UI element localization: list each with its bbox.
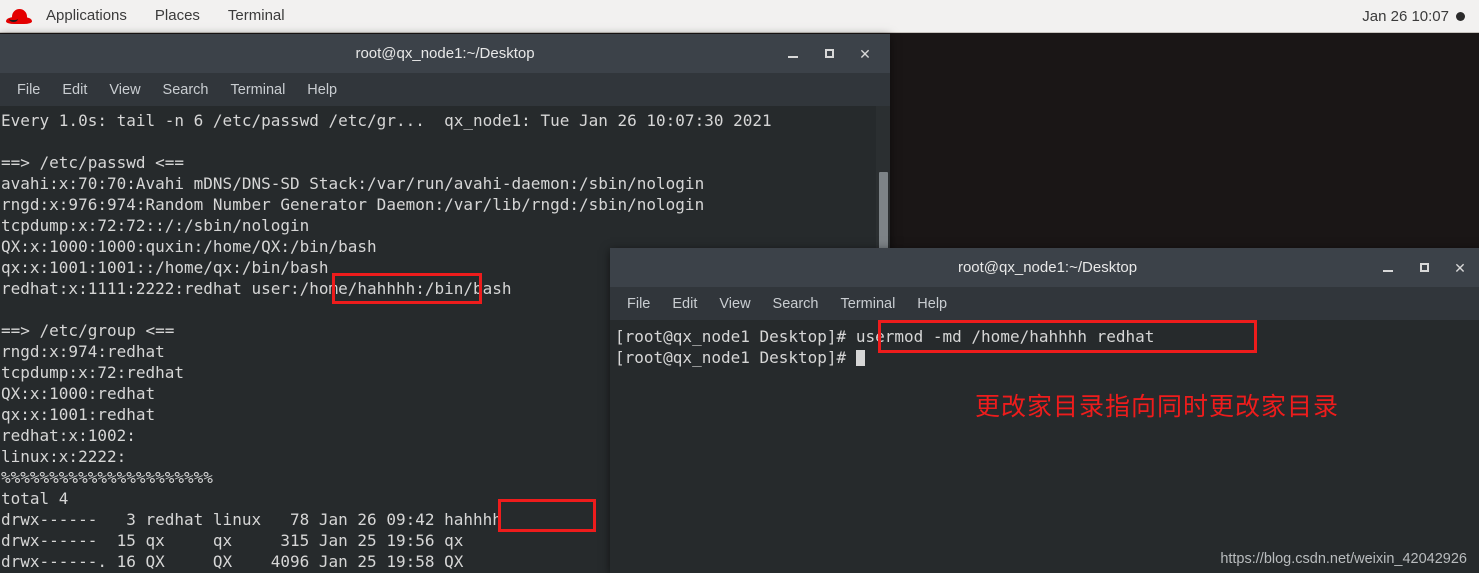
terminal2-menu-bar: File Edit View Search Terminal Help <box>610 287 1479 320</box>
close-button[interactable]: ✕ <box>858 47 872 61</box>
menu-item-view[interactable]: View <box>100 79 149 101</box>
menu-item-terminal[interactable]: Terminal <box>222 79 295 101</box>
menu-item-search[interactable]: Search <box>154 79 218 101</box>
menu-item-terminal[interactable]: Terminal <box>832 293 905 315</box>
terminal2-title: root@qx_node1:~/Desktop <box>957 259 1138 276</box>
watermark-url: https://blog.csdn.net/weixin_42042926 <box>1220 551 1467 567</box>
menu-item-help[interactable]: Help <box>298 79 346 101</box>
redhat-logo-icon[interactable] <box>6 5 32 27</box>
annotation-note: 更改家目录指向同时更改家目录 <box>975 392 1340 421</box>
menu-item-view[interactable]: View <box>710 293 759 315</box>
maximize-button[interactable] <box>822 49 836 58</box>
panel-menu-applications[interactable]: Applications <box>32 0 141 32</box>
menu-item-help[interactable]: Help <box>908 293 956 315</box>
terminal-command-line: [root@qx_node1 Desktop]# usermod -md /ho… <box>615 327 1155 346</box>
panel-menu-places[interactable]: Places <box>141 0 214 32</box>
terminal2-window-controls: ✕ <box>1381 261 1479 275</box>
menu-item-edit[interactable]: Edit <box>53 79 96 101</box>
terminal-line: Every 1.0s: tail -n 6 /etc/passwd /etc/g… <box>1 111 772 130</box>
terminal-line: ==> /etc/passwd <== <box>1 153 185 172</box>
notification-dot-icon <box>1456 11 1465 21</box>
text-cursor <box>855 350 865 366</box>
menu-item-file[interactable]: File <box>8 79 49 101</box>
menu-item-edit[interactable]: Edit <box>663 293 706 315</box>
desktop-screen: Applications Places Terminal Jan 26 10:0… <box>0 0 1479 573</box>
terminal1-window-controls: ✕ <box>786 47 890 61</box>
terminal-prompt-line: [root@qx_node1 Desktop]# <box>614 347 1479 368</box>
terminal1-title: root@qx_node1:~/Desktop <box>355 45 535 62</box>
maximize-button[interactable] <box>1417 263 1431 272</box>
panel-menu-terminal[interactable]: Terminal <box>214 0 299 32</box>
minimize-button[interactable] <box>786 50 800 58</box>
terminal1-menu-bar: File Edit View Search Terminal Help <box>0 73 890 106</box>
menu-item-file[interactable]: File <box>618 293 659 315</box>
close-button[interactable]: ✕ <box>1453 261 1467 275</box>
terminal2-output[interactable]: [root@qx_node1 Desktop]# usermod -md /ho… <box>610 320 1479 573</box>
shell-prompt: [root@qx_node1 Desktop]# <box>615 348 856 367</box>
terminal-line: tcpdump:x:72:72::/:/sbin/nologin <box>1 216 310 235</box>
terminal-line: rngd:x:976:974:Random Number Generator D… <box>1 195 705 214</box>
clock-text: Jan 26 10:07 <box>1362 7 1449 25</box>
menu-item-search[interactable]: Search <box>764 293 828 315</box>
minimize-button[interactable] <box>1381 264 1395 272</box>
terminal1-title-bar[interactable]: root@qx_node1:~/Desktop ✕ <box>0 34 890 73</box>
panel-clock[interactable]: Jan 26 10:07 <box>1362 8 1479 25</box>
terminal-line: avahi:x:70:70:Avahi mDNS/DNS-SD Stack:/v… <box>1 174 705 193</box>
terminal2-title-bar[interactable]: root@qx_node1:~/Desktop ✕ <box>610 248 1479 287</box>
gnome-top-panel: Applications Places Terminal Jan 26 10:0… <box>0 0 1479 33</box>
